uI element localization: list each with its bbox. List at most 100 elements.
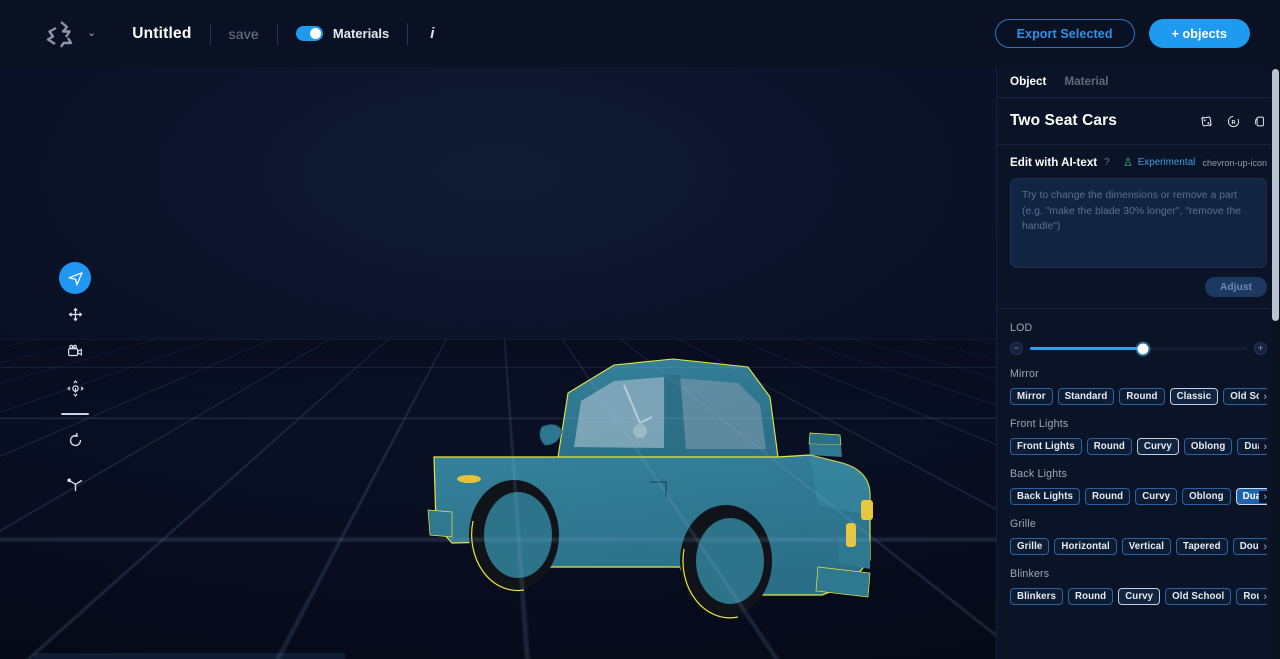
move-arrows-icon [68, 307, 82, 321]
lod-decrease-button[interactable]: − [1010, 342, 1023, 355]
experimental-label: Experimental [1137, 157, 1196, 168]
camera-icon [68, 344, 82, 357]
option-chip[interactable]: Round [1119, 388, 1165, 405]
randomize-icon[interactable] [1199, 114, 1214, 129]
option-chip[interactable]: Round [1068, 588, 1114, 605]
chevron-right-icon[interactable]: › [1259, 390, 1267, 403]
tab-object[interactable]: Object [1010, 75, 1046, 89]
chevron-right-icon[interactable]: › [1259, 440, 1267, 453]
materials-toggle[interactable] [295, 26, 323, 41]
app-logo[interactable]: ⌄ [44, 19, 96, 49]
ai-edit-header: Edit with AI-text ? Experimental chevron… [997, 145, 1280, 169]
option-chip[interactable]: Round [1086, 438, 1132, 455]
option-chip[interactable]: Tapered [1176, 538, 1228, 555]
option-chip[interactable]: Classic [1169, 388, 1219, 405]
object-title: Two Seat Cars [1010, 112, 1117, 129]
lod-section: LOD − + [997, 309, 1280, 355]
option-chip[interactable]: Oblong [1182, 488, 1231, 505]
option-chip[interactable]: Round [1085, 488, 1131, 505]
panel-scrollbar-thumb[interactable] [1272, 69, 1279, 321]
chevron-right-icon[interactable]: › [1259, 490, 1267, 503]
camera-tool[interactable] [59, 335, 91, 367]
lod-label: LOD [1010, 322, 1033, 334]
panel-scrollbar[interactable] [1271, 67, 1280, 659]
materials-toggle-group[interactable]: Materials [295, 26, 389, 41]
panel-title-row: Two Seat Cars R [997, 98, 1280, 145]
option-chip-row: GrilleHorizontalVerticalTaperedDouble› [1010, 538, 1267, 555]
add-objects-button[interactable]: + objects [1148, 19, 1250, 48]
export-selected-button[interactable]: Export Selected [994, 19, 1135, 48]
inspector-panel: Object Material Two Seat Cars R Edit wit… [996, 67, 1280, 659]
option-chip-row: Back LightsRoundCurvyOblongDualC› [1010, 488, 1267, 505]
lod-slider-track[interactable] [1030, 343, 1247, 354]
option-chip[interactable]: Horizontal [1054, 538, 1117, 555]
flask-icon [1124, 158, 1132, 166]
grid-floor [0, 67, 996, 340]
option-chip[interactable]: Oblong [1183, 438, 1233, 455]
section-label: Front Lights [1010, 418, 1069, 430]
ai-text-input[interactable]: Try to change the dimensions or remove a… [1010, 178, 1267, 268]
adjust-button[interactable]: Adjust [1204, 277, 1267, 297]
option-chip[interactable]: Front Lights [1010, 438, 1082, 455]
lod-slider-row[interactable]: − + [1010, 342, 1267, 355]
info-icon[interactable]: i [426, 25, 438, 42]
experimental-badge[interactable]: Experimental chevron-up-icon [1123, 157, 1267, 168]
chevron-right-icon[interactable]: › [1259, 540, 1267, 553]
rotate-ccw-icon [69, 432, 81, 446]
option-chip[interactable]: Vertical [1121, 538, 1172, 555]
help-icon[interactable]: ? [1104, 157, 1110, 168]
chevron-up-icon[interactable]: chevron-up-icon [1202, 158, 1267, 168]
front-wheel [469, 480, 559, 592]
lod-slider-thumb[interactable] [1137, 343, 1149, 354]
chevron-right-icon[interactable]: › [1259, 590, 1267, 603]
two-seat-car-model[interactable] [418, 345, 888, 630]
option-chip[interactable]: Mirror [1010, 388, 1053, 405]
top-bar: ⌄ Untitled save Materials i Export Selec… [0, 0, 1280, 67]
object-actions: R [1199, 114, 1267, 129]
rear-wheel [680, 505, 772, 619]
option-chip[interactable]: Standard [1057, 388, 1115, 405]
divider [276, 22, 278, 45]
option-chip[interactable]: Curvy [1135, 488, 1178, 505]
section-label: Back Lights [1010, 468, 1067, 480]
divider [407, 22, 409, 45]
option-sections: MirrorMirrorStandardRoundClassicOld Scho… [997, 355, 1280, 605]
orbit-target-icon [66, 379, 84, 397]
divider [209, 22, 211, 45]
axis-tool[interactable] [59, 467, 91, 499]
option-chip-row: MirrorStandardRoundClassicOld School› [1010, 388, 1267, 405]
document-title[interactable]: Untitled [132, 25, 191, 43]
option-chip-row: BlinkersRoundCurvyOld SchoolRound› [1010, 588, 1267, 605]
option-section-front-lights: Front Lights Front Lights Round Curvy Oblong… [997, 405, 1280, 455]
section-label: Blinkers [1010, 568, 1050, 580]
3d-viewport[interactable]: Scene: 8,960 triangles | Selected: 8,960… [0, 67, 996, 659]
svg-text:R: R [1231, 119, 1235, 125]
option-chip[interactable]: Blinkers [1010, 588, 1064, 605]
lod-slider-fill [1030, 347, 1143, 350]
save-button[interactable]: save [229, 26, 259, 42]
option-chip[interactable]: Curvy [1118, 588, 1161, 605]
ai-edit-label: Edit with AI-text [1010, 156, 1098, 169]
option-section-back-lights: Back Lights Back Lights Round Curvy Oblong Du… [997, 455, 1280, 505]
option-chip[interactable]: Grille [1010, 538, 1050, 555]
viewport-status-box: Scene: 8,960 triangles | Selected: 8,960… [34, 653, 345, 659]
lod-increase-button[interactable]: + [1254, 342, 1267, 355]
section-label: Mirror [1010, 368, 1039, 380]
orbit-tool[interactable] [59, 372, 91, 404]
adjust-row: Adjust [997, 268, 1280, 297]
option-section-grille: Grille Grille Horizontal Vertical Tapered Dou… [997, 505, 1280, 555]
panel-tabs: Object Material [997, 67, 1280, 98]
reset-icon[interactable]: R [1226, 114, 1241, 129]
duplicate-icon[interactable] [1253, 114, 1267, 129]
ai-input-placeholder: Try to change the dimensions or remove a… [1022, 190, 1241, 232]
select-move-tool[interactable] [59, 262, 91, 294]
reset-view-tool[interactable] [59, 424, 91, 456]
option-section-mirror: MirrorMirrorStandardRoundClassicOld Scho… [997, 355, 1280, 405]
option-chip[interactable]: Back Lights [1010, 488, 1081, 505]
tab-material[interactable]: Material [1064, 75, 1108, 89]
option-chip[interactable]: Old School [1165, 588, 1232, 605]
option-chip[interactable]: Curvy [1136, 438, 1179, 455]
translate-tool[interactable] [59, 298, 91, 330]
logo-chevron-down-icon[interactable]: ⌄ [87, 28, 96, 39]
axis-gizmo-icon [66, 478, 82, 491]
